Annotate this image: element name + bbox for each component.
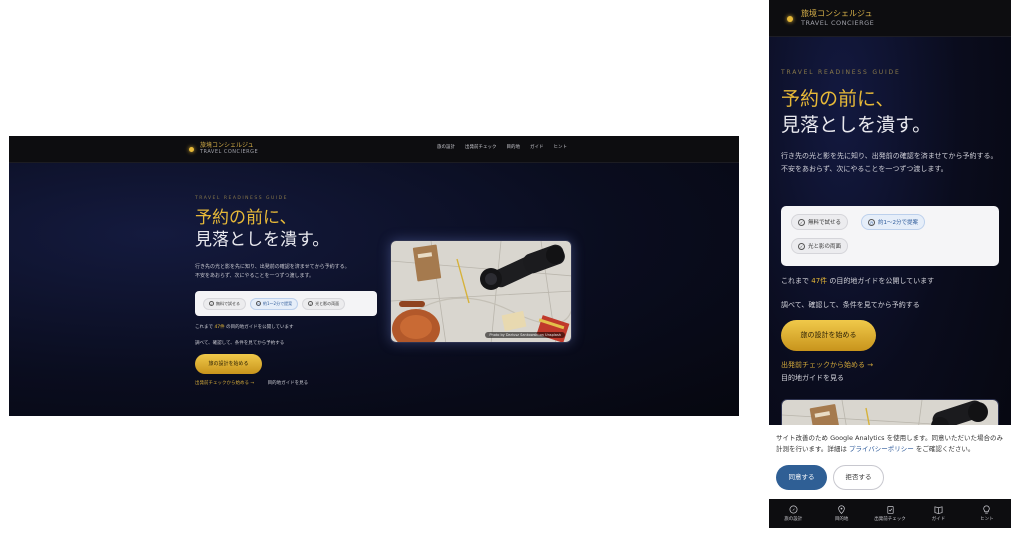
feature-chips: ✓ 無料で試せる ◷ 約1〜2分で提案 ✓ 光と影の両面 bbox=[781, 206, 999, 266]
clipboard-check-icon bbox=[886, 505, 894, 514]
chip-quick-suggest: ◷ 約1〜2分で提案 bbox=[861, 214, 925, 230]
hero-eyebrow: TRAVEL READINESS GUIDE bbox=[781, 69, 901, 76]
site-header: 旅境コンシェルジュ TRAVEL CONCIERGE 旅の設計 出発前チェック … bbox=[9, 136, 739, 163]
start-planning-button[interactable]: 旅の設計を始める bbox=[781, 320, 876, 351]
stat-suffix: の目的地ガイドを公開しています bbox=[829, 277, 935, 285]
hero-title: 予約の前に、 見落としを潰す。 bbox=[781, 86, 931, 138]
hero-description: 行き先の光と影を先に知り、出発前の確認を済ませてから予約する。 不安をあおらず、… bbox=[781, 150, 1003, 176]
stat-count: 47件 bbox=[214, 325, 225, 330]
nav-item-guide[interactable]: ガイド bbox=[530, 144, 544, 150]
main-nav: 旅の設計 出発前チェック 目的地 ガイド ヒント bbox=[437, 144, 567, 150]
hero-title-line2: 見落としを潰す。 bbox=[195, 230, 330, 250]
reject-button[interactable]: 拒否する bbox=[833, 465, 884, 490]
nav-item-tips[interactable]: ヒント bbox=[554, 144, 568, 150]
chip-label: 光と影の両面 bbox=[808, 244, 842, 250]
stat-suffix: の目的地ガイドを公開しています bbox=[226, 325, 294, 330]
hero-title-line1: 予約の前に、 bbox=[195, 208, 297, 228]
feature-chips: ✓ 無料で試せる ◷ 約1〜2分で提案 ✓ 光と影の両面 bbox=[195, 291, 377, 316]
hero-title-line2: 見落としを潰す。 bbox=[781, 114, 932, 136]
check-icon: ✓ bbox=[308, 301, 314, 306]
chip-quick-suggest: ◷ 約1〜2分で提案 bbox=[250, 297, 299, 310]
map-pin-icon bbox=[838, 505, 845, 514]
nav-item-plan[interactable]: 旅の設計 bbox=[437, 144, 455, 150]
accept-button[interactable]: 同意する bbox=[776, 465, 827, 490]
hero-description-line1: 行き先の光と影を先に知り、出発前の確認を済ませてから予約する。 bbox=[195, 264, 350, 270]
chip-light-shadow: ✓ 光と影の両面 bbox=[791, 238, 849, 254]
chip-label: 無料で試せる bbox=[216, 300, 240, 306]
guide-link[interactable]: 目的地ガイドを見る bbox=[781, 373, 844, 383]
hero-description-line2: 不安をあおらず、次にやることを一つずつ渡します。 bbox=[781, 165, 948, 173]
guide-count-stat: これまで 47件 の目的地ガイドを公開しています bbox=[195, 324, 293, 330]
stat-prefix: これまで bbox=[781, 277, 809, 285]
logo-name-en: TRAVEL CONCIERGE bbox=[200, 149, 259, 155]
mobile-view: 旅境コンシェルジュ TRAVEL CONCIERGE TRAVEL READIN… bbox=[769, 0, 1011, 528]
consent-text-after: をご確認ください。 bbox=[915, 445, 975, 453]
tab-label: 旅の設計 bbox=[784, 517, 803, 522]
privacy-policy-link[interactable]: プライバシーポリシー bbox=[849, 445, 914, 453]
precheck-link[interactable]: 出発前チェックから始める → bbox=[781, 360, 873, 370]
check-icon: ✓ bbox=[798, 218, 805, 226]
book-open-icon bbox=[934, 506, 943, 514]
hero-title-line1: 予約の前に、 bbox=[781, 88, 895, 110]
tab-label: ガイド bbox=[931, 517, 946, 522]
site-logo[interactable]: 旅境コンシェルジュ TRAVEL CONCIERGE bbox=[189, 142, 258, 156]
tab-tips[interactable]: ヒント bbox=[963, 499, 1011, 528]
chip-free-trial: ✓ 無料で試せる bbox=[203, 297, 246, 310]
tab-plan[interactable]: 旅の設計 bbox=[769, 499, 817, 528]
chip-label: 光と影の両面 bbox=[315, 300, 340, 306]
hero-links: 出発前チェックから始める → 目的地ガイドを見る bbox=[195, 380, 308, 386]
hero-description: 行き先の光と影を先に知り、出発前の確認を済ませてから予約する。 不安をあおらず、… bbox=[195, 263, 385, 281]
clock-icon: ◷ bbox=[868, 218, 875, 226]
travel-flatlay-image bbox=[391, 241, 571, 342]
logo-name-jp: 旅境コンシェルジュ bbox=[200, 142, 254, 149]
stat-prefix: これまで bbox=[195, 325, 213, 330]
tab-guide[interactable]: ガイド bbox=[914, 499, 962, 528]
start-planning-button[interactable]: 旅の設計を始める bbox=[195, 354, 262, 374]
tab-label: 目的地 bbox=[834, 517, 849, 522]
logo-name-jp: 旅境コンシェルジュ bbox=[801, 9, 873, 18]
nav-item-destinations[interactable]: 目的地 bbox=[507, 144, 521, 150]
chip-label: 約1〜2分で提案 bbox=[878, 220, 918, 226]
hero-photo: Photo by Dariusz Sankowski on Unsplash bbox=[390, 240, 572, 343]
hero-title: 予約の前に、 見落としを潰す。 bbox=[195, 207, 329, 251]
logo-dot-icon bbox=[787, 15, 793, 22]
consent-message: サイト改善のため Google Analytics を使用します。同意いただいた… bbox=[776, 433, 1004, 455]
tab-precheck[interactable]: 出発前チェック bbox=[866, 499, 914, 528]
chip-free-trial: ✓ 無料で試せる bbox=[791, 214, 849, 230]
hero-subline: 調べて、確認して、条件を見てから予約する bbox=[781, 301, 920, 309]
check-icon: ✓ bbox=[798, 242, 805, 250]
hero-description-line2: 不安をあおらず、次にやることを一つずつ渡します。 bbox=[195, 273, 315, 279]
hero-eyebrow: TRAVEL READINESS GUIDE bbox=[195, 196, 288, 201]
chip-light-shadow: ✓ 光と影の両面 bbox=[302, 297, 346, 310]
logo-name-en: TRAVEL CONCIERGE bbox=[801, 19, 875, 27]
desktop-view: 旅境コンシェルジュ TRAVEL CONCIERGE 旅の設計 出発前チェック … bbox=[9, 136, 739, 416]
compass-icon bbox=[789, 505, 798, 514]
hero-description-line1: 行き先の光と影を先に知り、出発前の確認を済ませてから予約する。 bbox=[781, 152, 998, 160]
clock-icon: ◷ bbox=[256, 301, 261, 306]
tab-destinations[interactable]: 目的地 bbox=[817, 499, 865, 528]
mobile-site-logo[interactable]: 旅境コンシェルジュ TRAVEL CONCIERGE bbox=[787, 9, 874, 28]
tab-label: ヒント bbox=[980, 517, 994, 522]
tab-label: 出発前チェック bbox=[874, 517, 906, 522]
guide-count-stat: これまで 47件 の目的地ガイドを公開しています bbox=[781, 276, 934, 286]
lightbulb-icon bbox=[983, 505, 990, 514]
stat-count: 47件 bbox=[811, 277, 828, 285]
precheck-link[interactable]: 出発前チェックから始める → bbox=[195, 381, 254, 386]
check-icon: ✓ bbox=[209, 301, 214, 306]
hero-subline: 調べて、確認して、条件を見てから予約する bbox=[195, 341, 285, 346]
guide-link[interactable]: 目的地ガイドを見る bbox=[268, 381, 309, 386]
nav-item-precheck[interactable]: 出発前チェック bbox=[465, 144, 497, 150]
chip-label: 無料で試せる bbox=[808, 220, 842, 226]
photo-credit: Photo by Dariusz Sankowski on Unsplash bbox=[485, 332, 565, 338]
cookie-consent-banner: サイト改善のため Google Analytics を使用します。同意いただいた… bbox=[769, 425, 1011, 499]
bottom-tab-bar: 旅の設計 目的地 出発前チェック ガイド ヒント bbox=[769, 499, 1011, 528]
logo-dot-icon bbox=[189, 146, 194, 152]
mobile-header: 旅境コンシェルジュ TRAVEL CONCIERGE bbox=[769, 0, 1011, 37]
chip-label: 約1〜2分で提案 bbox=[263, 300, 293, 306]
